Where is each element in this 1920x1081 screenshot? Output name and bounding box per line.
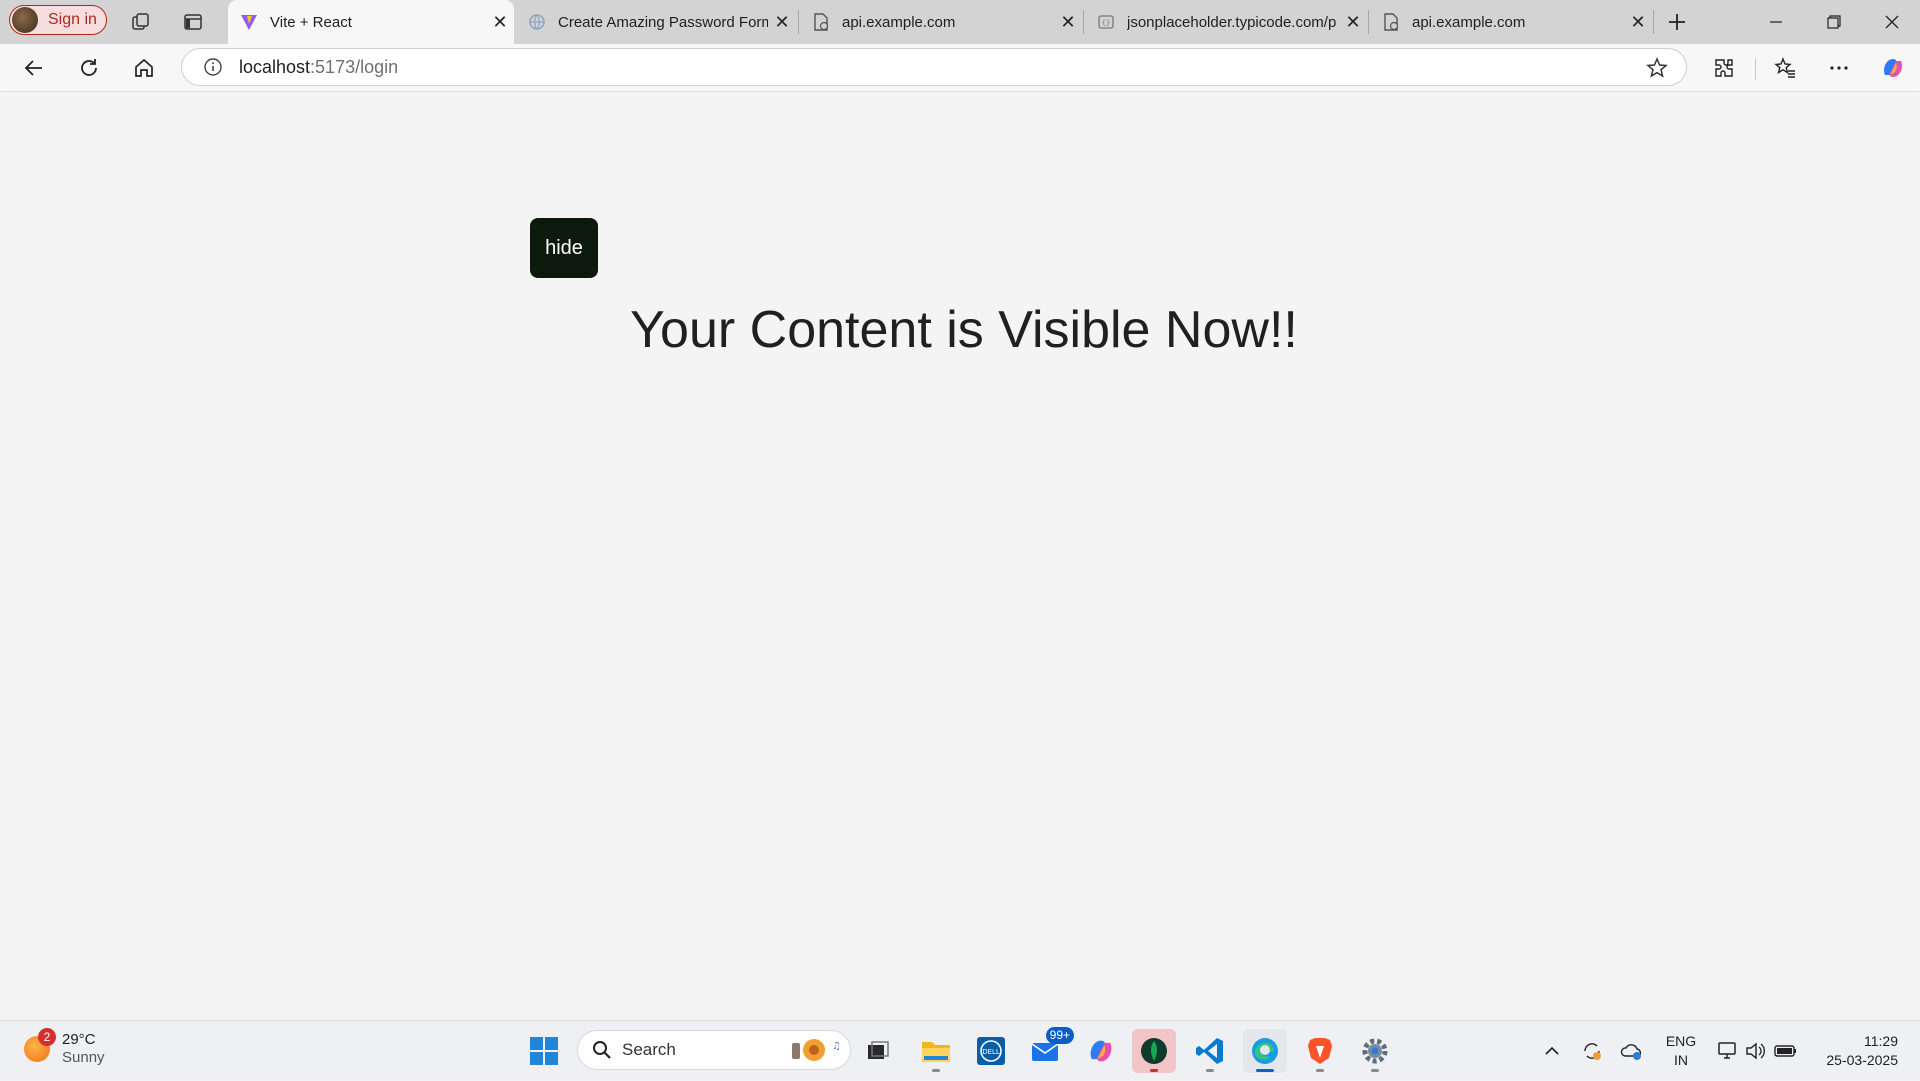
extensions-icon[interactable] xyxy=(1707,52,1741,84)
mongodb-compass-icon[interactable] xyxy=(1132,1029,1176,1073)
svg-text:{}: {} xyxy=(1102,19,1110,27)
volume-icon[interactable] xyxy=(1742,1021,1770,1081)
visible-content-heading: Your Content is Visible Now!! xyxy=(630,301,1298,359)
close-window-icon[interactable] xyxy=(1864,0,1920,44)
search-icon xyxy=(592,1040,612,1060)
battery-icon[interactable] xyxy=(1772,1021,1800,1081)
sign-in-button[interactable]: Sign in xyxy=(9,5,107,35)
start-button[interactable] xyxy=(522,1029,566,1073)
tab-title: api.example.com xyxy=(1412,13,1526,31)
workspaces-icon[interactable] xyxy=(128,9,154,35)
edge-browser-icon[interactable] xyxy=(1243,1029,1287,1073)
favorite-star-icon[interactable] xyxy=(1646,57,1668,84)
svg-text:♫: ♫ xyxy=(832,1041,841,1052)
tab-actions-icon[interactable] xyxy=(180,9,206,35)
vite-logo-icon xyxy=(240,13,258,31)
copilot-app-icon[interactable] xyxy=(1079,1029,1123,1073)
tab-title: jsonplaceholder.typicode.com/p xyxy=(1127,13,1337,31)
running-indicator xyxy=(932,1069,940,1072)
tab-divider xyxy=(798,10,799,34)
file-explorer-icon[interactable] xyxy=(914,1029,958,1073)
weather-condition: Sunny xyxy=(62,1049,105,1066)
brave-browser-icon[interactable] xyxy=(1298,1029,1342,1073)
toolbar-divider xyxy=(1755,58,1756,80)
active-indicator xyxy=(1256,1069,1274,1072)
show-hidden-icons-chevron-icon[interactable] xyxy=(1540,1021,1564,1081)
refresh-icon[interactable] xyxy=(72,52,106,84)
site-info-icon[interactable] xyxy=(202,56,224,78)
json-page-icon: {} xyxy=(1097,13,1115,31)
mail-badge: 99+ xyxy=(1045,1027,1074,1044)
page-error-icon xyxy=(1382,13,1400,31)
new-tab-icon[interactable] xyxy=(1663,8,1691,36)
tab-vite-react[interactable]: Vite + React ✕ xyxy=(228,0,514,44)
tab-password-form[interactable]: Create Amazing Password Form ✕ xyxy=(516,0,796,44)
dell-app-icon[interactable]: DELL xyxy=(969,1029,1013,1073)
region-code: IN xyxy=(1674,1052,1688,1068)
tab-jsonplaceholder[interactable]: {} jsonplaceholder.typicode.com/p ✕ xyxy=(1085,0,1367,44)
tab-title: Create Amazing Password Form xyxy=(558,13,768,31)
tab-api-example-2[interactable]: api.example.com ✕ xyxy=(1370,0,1652,44)
browser-toolbar: localhost:5173/login xyxy=(0,44,1920,92)
home-icon[interactable] xyxy=(127,52,161,84)
tab-divider xyxy=(1368,10,1369,34)
svg-text:DELL: DELL xyxy=(982,1048,1000,1056)
close-tab-icon[interactable]: ✕ xyxy=(1624,12,1652,33)
hide-button[interactable]: hide xyxy=(530,218,598,278)
running-indicator xyxy=(1206,1069,1214,1072)
minimize-icon[interactable] xyxy=(1748,0,1804,44)
taskbar: 2 29°C Sunny Search ♫ DELL 99+ ENG IN 11… xyxy=(0,1020,1920,1080)
tab-title: api.example.com xyxy=(842,13,956,31)
restore-icon[interactable] xyxy=(1806,0,1862,44)
clock-time: 11:29 xyxy=(1864,1033,1898,1049)
avatar xyxy=(12,7,38,33)
sun-icon: 2 xyxy=(24,1028,56,1062)
url-host: localhost xyxy=(239,56,311,77)
running-indicator xyxy=(1371,1069,1379,1072)
close-tab-icon[interactable]: ✕ xyxy=(1339,12,1367,33)
page-viewport: hide Your Content is Visible Now!! xyxy=(4,92,1916,1016)
network-icon[interactable] xyxy=(1714,1021,1742,1081)
tab-strip: Sign in Vite + React ✕ Create Amazing Pa… xyxy=(0,0,1920,44)
address-bar[interactable]: localhost:5173/login xyxy=(181,48,1687,86)
page-error-icon xyxy=(812,13,830,31)
sign-in-label: Sign in xyxy=(48,11,97,28)
weather-badge: 2 xyxy=(38,1028,56,1046)
search-highlight-icon: ♫ xyxy=(788,1035,844,1065)
close-tab-icon[interactable]: ✕ xyxy=(768,12,796,33)
settings-gear-icon[interactable] xyxy=(1353,1029,1397,1073)
favorites-icon[interactable] xyxy=(1768,52,1802,84)
sync-icon[interactable] xyxy=(1578,1021,1606,1081)
clock-date: 25-03-2025 xyxy=(1826,1052,1898,1068)
onedrive-sync-icon[interactable] xyxy=(1618,1021,1646,1081)
running-indicator xyxy=(1150,1069,1158,1072)
copilot-icon[interactable] xyxy=(1876,52,1910,84)
clock[interactable]: 11:29 25-03-2025 xyxy=(1808,1021,1908,1081)
url-path: :5173/login xyxy=(310,56,399,77)
close-tab-icon[interactable]: ✕ xyxy=(1054,12,1082,33)
weather-temp: 29°C xyxy=(62,1031,96,1048)
more-options-icon[interactable] xyxy=(1822,52,1856,84)
vscode-icon[interactable] xyxy=(1188,1029,1232,1073)
tab-divider xyxy=(1083,10,1084,34)
back-icon[interactable] xyxy=(17,52,51,84)
tab-title: Vite + React xyxy=(270,13,352,31)
tab-divider xyxy=(1653,10,1654,34)
taskbar-search[interactable]: Search ♫ xyxy=(577,1030,851,1070)
task-view-icon[interactable] xyxy=(856,1029,900,1073)
globe-icon xyxy=(528,13,546,31)
running-indicator xyxy=(1316,1069,1324,1072)
language-code: ENG xyxy=(1665,1033,1697,1049)
weather-widget[interactable]: 2 29°C Sunny xyxy=(24,1028,105,1067)
mail-icon[interactable]: 99+ xyxy=(1024,1027,1074,1073)
search-label: Search xyxy=(622,1040,676,1059)
language-indicator[interactable]: ENG IN xyxy=(1658,1021,1704,1081)
tab-api-example-1[interactable]: api.example.com ✕ xyxy=(800,0,1082,44)
close-tab-icon[interactable]: ✕ xyxy=(486,12,514,33)
